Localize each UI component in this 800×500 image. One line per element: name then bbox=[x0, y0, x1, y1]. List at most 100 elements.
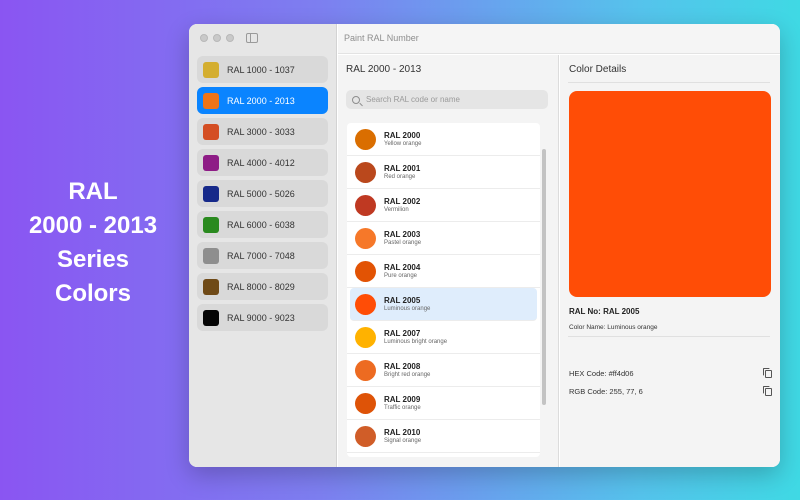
zoom-window-button[interactable] bbox=[226, 34, 234, 42]
sidebar-item-series[interactable]: RAL 4000 - 4012 bbox=[197, 149, 328, 176]
scrollbar-thumb[interactable] bbox=[542, 149, 546, 405]
sidebar-item-label: RAL 2000 - 2013 bbox=[227, 95, 295, 106]
hex-code-row: HEX Code: #ff4d06 bbox=[569, 368, 772, 378]
sidebar-item-series[interactable]: RAL 7000 - 7048 bbox=[197, 242, 328, 269]
color-list-item[interactable]: RAL 2007 Luminous bright orange bbox=[347, 321, 540, 354]
sidebar-item-series[interactable]: RAL 8000 - 8029 bbox=[197, 273, 328, 300]
divider bbox=[568, 82, 770, 83]
series-color-swatch bbox=[203, 61, 219, 78]
scrollbar[interactable] bbox=[541, 125, 547, 455]
series-heading: RAL 2000 - 2013 bbox=[346, 64, 422, 75]
color-code: RAL 2004 bbox=[384, 263, 421, 272]
color-name: Traffic orange bbox=[384, 405, 421, 411]
rgb-code-label: RGB Code: 255, 77, 6 bbox=[569, 387, 643, 396]
color-name: Yellow orange bbox=[384, 141, 422, 147]
color-code: RAL 2005 bbox=[384, 296, 421, 305]
color-code: RAL 2010 bbox=[384, 428, 421, 437]
sidebar-toggle-icon[interactable] bbox=[246, 33, 258, 43]
color-name: Luminous orange bbox=[384, 306, 431, 312]
series-color-swatch bbox=[203, 92, 219, 109]
details-heading: Color Details bbox=[569, 64, 627, 75]
color-code: RAL 2001 bbox=[384, 164, 421, 173]
color-swatch-circle bbox=[355, 227, 376, 249]
promo-line-2: 2000 - 2013 bbox=[28, 212, 158, 239]
sidebar-item-series[interactable]: RAL 6000 - 6038 bbox=[197, 211, 328, 238]
series-color-swatch bbox=[203, 216, 219, 233]
color-list-item[interactable]: RAL 2010 Signal orange bbox=[347, 420, 540, 453]
promo-line-3: Series bbox=[56, 246, 130, 273]
minimize-window-button[interactable] bbox=[213, 34, 221, 42]
color-swatch-circle bbox=[355, 293, 376, 315]
color-swatch-circle bbox=[355, 425, 376, 447]
color-name: Vermilion bbox=[384, 207, 409, 213]
series-color-swatch bbox=[203, 247, 219, 264]
color-code: RAL 2007 bbox=[384, 329, 421, 338]
search-icon bbox=[352, 95, 360, 104]
color-text: RAL 2009 Traffic orange bbox=[384, 395, 421, 411]
titlebar: Paint RAL Number bbox=[338, 24, 780, 54]
series-color-swatch bbox=[203, 278, 219, 295]
copy-icon[interactable] bbox=[763, 368, 772, 378]
color-list: RAL 2000 Yellow orange RAL 2001 Red orange R… bbox=[347, 123, 540, 457]
color-swatch-circle bbox=[355, 326, 376, 348]
rgb-code-row: RGB Code: 255, 77, 6 bbox=[569, 386, 772, 396]
color-list-item[interactable]: RAL 2000 Yellow orange bbox=[347, 123, 540, 156]
promo-line-4: Colors bbox=[54, 280, 131, 307]
promo-headline: RAL 2000 - 2013 Series Colors bbox=[0, 175, 186, 311]
color-swatch-circle bbox=[355, 260, 376, 282]
series-list: RAL 1000 - 1037 RAL 2000 - 2013 RAL 3000 -… bbox=[197, 56, 328, 335]
color-swatch-circle bbox=[355, 128, 376, 150]
color-preview-swatch bbox=[569, 91, 771, 297]
series-color-swatch bbox=[203, 123, 219, 140]
color-code: RAL 2008 bbox=[384, 362, 421, 371]
color-name: Pastel orange bbox=[384, 240, 422, 246]
color-name-label: Color Name: Luminous orange bbox=[569, 324, 658, 331]
color-text: RAL 2005 Luminous orange bbox=[384, 296, 430, 312]
search-input[interactable] bbox=[366, 95, 536, 104]
sidebar-item-series[interactable]: RAL 9000 - 9023 bbox=[197, 304, 328, 331]
color-text: RAL 2008 Bright red orange bbox=[384, 362, 430, 378]
color-swatch-circle bbox=[355, 359, 376, 381]
sidebar-item-label: RAL 1000 - 1037 bbox=[227, 64, 295, 75]
color-text: RAL 2001 Red orange bbox=[384, 164, 420, 180]
color-swatch-circle bbox=[355, 161, 376, 183]
color-swatch-circle bbox=[355, 194, 376, 216]
color-code: RAL 2009 bbox=[384, 395, 421, 404]
sidebar-item-label: RAL 9000 - 9023 bbox=[227, 312, 295, 323]
close-window-button[interactable] bbox=[200, 34, 208, 42]
promo-line-1: RAL bbox=[68, 178, 118, 205]
sidebar-item-label: RAL 7000 - 7048 bbox=[227, 250, 295, 261]
color-text: RAL 2004 Pure orange bbox=[384, 263, 420, 279]
color-list-item[interactable]: RAL 2002 Vermilion bbox=[347, 189, 540, 222]
color-name: Signal orange bbox=[384, 438, 422, 444]
color-list-item[interactable]: RAL 2003 Pastel orange bbox=[347, 222, 540, 255]
app-window: RAL 1000 - 1037 RAL 2000 - 2013 RAL 3000 -… bbox=[189, 24, 780, 467]
color-list-pane: RAL 2000 - 2013 RAL 2000Yellow orange RAL… bbox=[338, 55, 559, 467]
hex-code-label: HEX Code: #ff4d06 bbox=[569, 369, 634, 378]
color-text: RAL 2002 Vermilion bbox=[384, 197, 420, 213]
color-list-item[interactable]: RAL 2005 Luminous orange bbox=[350, 288, 537, 321]
search-bar[interactable] bbox=[346, 90, 548, 109]
sidebar-item-label: RAL 3000 - 3033 bbox=[227, 126, 295, 137]
color-list-item[interactable]: RAL 2009 Traffic orange bbox=[347, 387, 540, 420]
color-list-item[interactable]: RAL 2001 Red orange bbox=[347, 156, 540, 189]
color-code: RAL 2003 bbox=[384, 230, 421, 239]
sidebar-item-series[interactable]: RAL 2000 - 2013 bbox=[197, 87, 328, 114]
copy-icon[interactable] bbox=[763, 386, 772, 396]
color-details-pane: Color Details RAL No: RAL 2005 Color Nam… bbox=[560, 55, 780, 467]
series-color-swatch bbox=[203, 309, 219, 326]
sidebar-item-label: RAL 8000 - 8029 bbox=[227, 281, 295, 292]
sidebar-item-series[interactable]: RAL 1000 - 1037 bbox=[197, 56, 328, 83]
window-controls bbox=[200, 34, 234, 42]
color-list-item[interactable]: RAL 2008 Bright red orange bbox=[347, 354, 540, 387]
color-text: RAL 2010 Signal orange bbox=[384, 428, 421, 444]
series-color-swatch bbox=[203, 185, 219, 202]
color-list-item[interactable]: RAL 2004 Pure orange bbox=[347, 255, 540, 288]
color-text: RAL 2003 Pastel orange bbox=[384, 230, 421, 246]
sidebar: RAL 1000 - 1037 RAL 2000 - 2013 RAL 3000 -… bbox=[189, 24, 337, 467]
sidebar-item-series[interactable]: RAL 5000 - 5026 bbox=[197, 180, 328, 207]
sidebar-item-series[interactable]: RAL 3000 - 3033 bbox=[197, 118, 328, 145]
app-title: Paint RAL Number bbox=[344, 33, 419, 43]
sidebar-item-label: RAL 6000 - 6038 bbox=[227, 219, 295, 230]
sidebar-item-label: RAL 4000 - 4012 bbox=[227, 157, 295, 168]
